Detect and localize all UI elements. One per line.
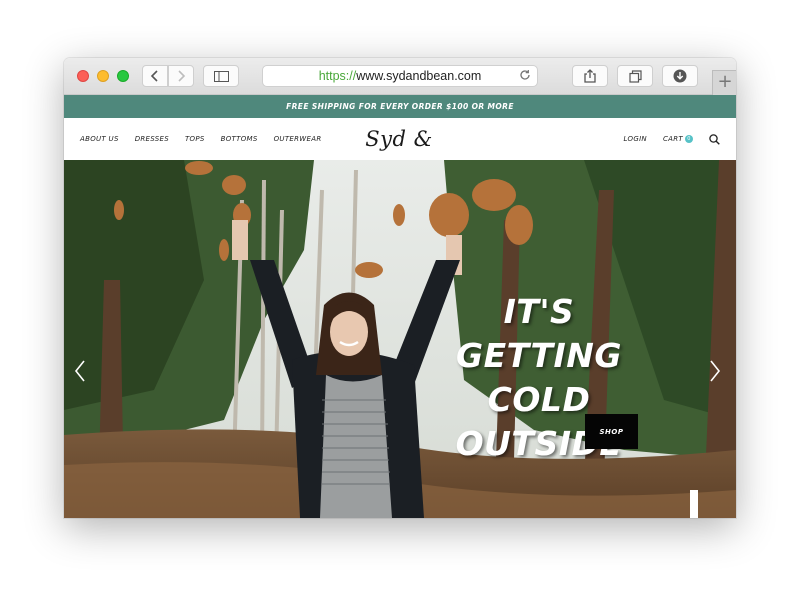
sidebar-button[interactable] bbox=[203, 65, 239, 87]
browser-toolbar: https://www.sydandbean.com + bbox=[64, 58, 736, 95]
search-icon[interactable] bbox=[709, 130, 720, 149]
promo-banner: FREE SHIPPING FOR EVERY ORDER $100 OR MO… bbox=[64, 95, 736, 118]
maximize-window-button[interactable] bbox=[117, 70, 129, 82]
nav-item-outerwear[interactable]: OUTERWEAR bbox=[274, 135, 322, 143]
url-scheme: https:// bbox=[318, 69, 357, 83]
nav-item-bottoms[interactable]: BOTTOMS bbox=[221, 135, 258, 143]
hero-slider: IT'S GETTING COLD OUTSIDE SHOP bbox=[64, 160, 736, 518]
share-button[interactable] bbox=[572, 65, 608, 87]
cart-label: CART bbox=[662, 135, 683, 143]
promo-text: FREE SHIPPING FOR EVERY ORDER $100 OR MO… bbox=[286, 102, 514, 111]
close-window-button[interactable] bbox=[77, 70, 89, 82]
hero-headline-line-1: IT'S GETTING bbox=[456, 292, 622, 375]
downloads-button[interactable] bbox=[662, 65, 698, 87]
cart-link[interactable]: CART 0 bbox=[663, 135, 693, 143]
tabs-button[interactable] bbox=[617, 65, 653, 87]
share-icon bbox=[584, 69, 596, 83]
new-tab-button[interactable]: + bbox=[712, 70, 736, 95]
back-icon bbox=[150, 70, 160, 82]
forward-icon bbox=[176, 70, 186, 82]
back-button[interactable] bbox=[142, 65, 168, 87]
shop-button[interactable]: SHOP bbox=[585, 414, 638, 449]
forward-button[interactable] bbox=[168, 65, 194, 87]
nav-item-dresses[interactable]: DRESSES bbox=[135, 135, 169, 143]
tabs-icon bbox=[628, 69, 642, 83]
login-link[interactable]: LOGIN bbox=[624, 135, 647, 143]
browser-window: https://www.sydandbean.com + FREE SHIPPI… bbox=[64, 58, 736, 518]
reload-icon[interactable] bbox=[519, 69, 531, 84]
address-bar[interactable]: https://www.sydandbean.com bbox=[262, 65, 538, 87]
nav-item-tops[interactable]: TOPS bbox=[185, 135, 205, 143]
sidebar-icon bbox=[213, 70, 229, 82]
cart-count-badge: 0 bbox=[685, 135, 693, 143]
plus-icon: + bbox=[717, 71, 733, 92]
nav-item-about-us[interactable]: ABOUT US bbox=[80, 135, 119, 143]
account-nav: LOGIN CART 0 bbox=[624, 118, 720, 160]
chevron-right-icon[interactable] bbox=[709, 360, 721, 386]
minimize-window-button[interactable] bbox=[97, 70, 109, 82]
site-header: ABOUT US DRESSES TOPS BOTTOMS OUTERWEAR … bbox=[64, 118, 736, 183]
chevron-left-icon[interactable] bbox=[74, 360, 86, 386]
site-logo[interactable]: Syd & Bean bbox=[334, 123, 464, 183]
download-icon bbox=[673, 69, 687, 83]
main-nav: ABOUT US DRESSES TOPS BOTTOMS OUTERWEAR bbox=[80, 118, 338, 160]
url-host: www.sydandbean.com bbox=[356, 69, 482, 83]
